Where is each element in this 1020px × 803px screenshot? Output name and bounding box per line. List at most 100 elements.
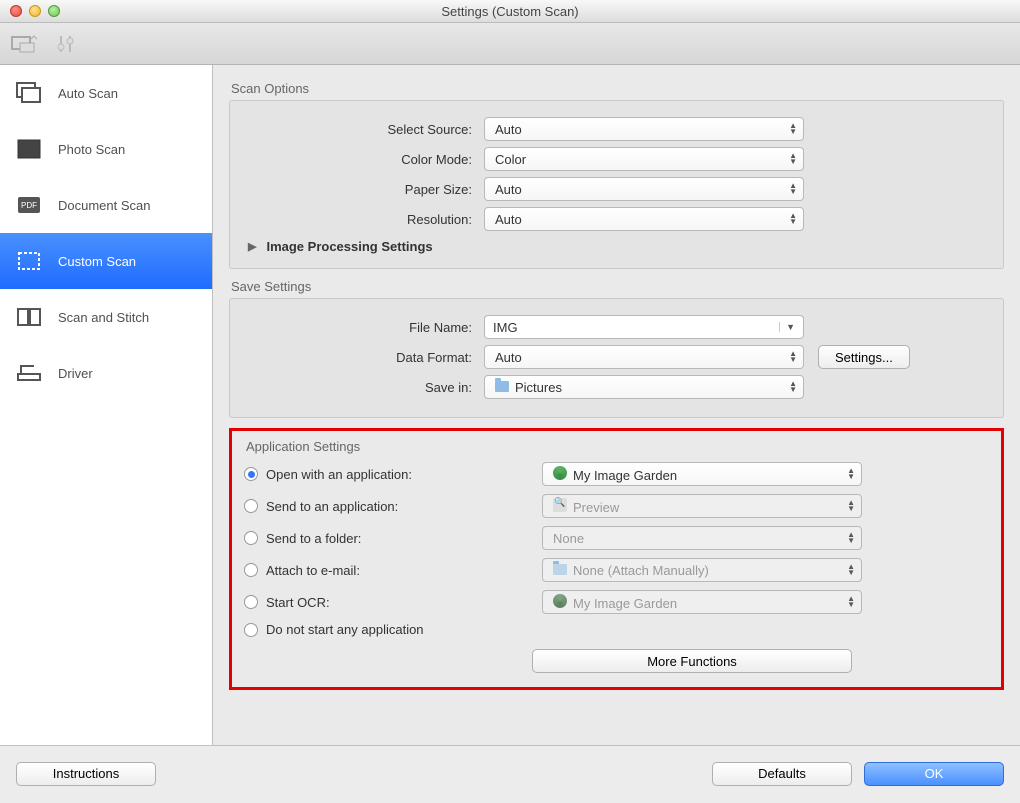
paper-size-dropdown[interactable]: Auto ▲▼ <box>484 177 804 201</box>
chevron-updown-icon: ▲▼ <box>789 123 797 135</box>
sidebar-item-label: Document Scan <box>58 198 151 213</box>
attach-email-radio[interactable] <box>244 563 258 577</box>
send-to-folder-dropdown[interactable]: None ▲▼ <box>542 526 862 550</box>
data-format-label: Data Format: <box>244 350 484 365</box>
save-in-value: Pictures <box>515 380 562 395</box>
footer: Instructions Defaults OK <box>0 745 1020 801</box>
save-in-dropdown[interactable]: Pictures ▲▼ <box>484 375 804 399</box>
color-mode-value: Color <box>495 152 526 167</box>
open-with-dropdown[interactable]: My Image Garden ▲▼ <box>542 462 862 486</box>
scan-options-title: Scan Options <box>231 81 1004 96</box>
send-to-app-radio[interactable] <box>244 499 258 513</box>
custom-scan-icon <box>14 249 44 273</box>
send-to-folder-radio[interactable] <box>244 531 258 545</box>
chevron-updown-icon: ▲▼ <box>847 596 855 608</box>
send-to-app-dropdown[interactable]: Preview ▲▼ <box>542 494 862 518</box>
image-processing-disclosure[interactable]: ▶ Image Processing Settings <box>244 239 989 254</box>
ok-button[interactable]: OK <box>864 762 1004 786</box>
sidebar-item-auto-scan[interactable]: Auto Scan <box>0 65 212 121</box>
sidebar-item-document-scan[interactable]: PDF Document Scan <box>0 177 212 233</box>
attach-email-value: None (Attach Manually) <box>573 563 709 578</box>
application-settings-highlight: Application Settings Open with an applic… <box>229 428 1004 690</box>
start-ocr-label: Start OCR: <box>266 595 486 610</box>
zoom-icon[interactable] <box>48 5 60 17</box>
sidebar-item-label: Auto Scan <box>58 86 118 101</box>
chevron-updown-icon: ▲▼ <box>847 564 855 576</box>
paper-size-label: Paper Size: <box>244 182 484 197</box>
close-icon[interactable] <box>10 5 22 17</box>
resolution-dropdown[interactable]: Auto ▲▼ <box>484 207 804 231</box>
sidebar: Auto Scan Photo Scan PDF Document Scan C… <box>0 65 213 745</box>
minimize-icon[interactable] <box>29 5 41 17</box>
window-controls <box>10 5 60 17</box>
scan-from-computer-icon[interactable] <box>10 32 38 56</box>
application-settings-title: Application Settings <box>246 439 989 454</box>
scan-stitch-icon <box>14 305 44 329</box>
main-panel: Scan Options Select Source: Auto ▲▼ Colo… <box>213 65 1020 745</box>
data-format-value: Auto <box>495 350 522 365</box>
select-source-value: Auto <box>495 122 522 137</box>
open-with-radio[interactable] <box>244 467 258 481</box>
send-to-folder-label: Send to a folder: <box>266 531 486 546</box>
color-mode-label: Color Mode: <box>244 152 484 167</box>
sidebar-item-label: Photo Scan <box>58 142 125 157</box>
chevron-updown-icon: ▲▼ <box>789 183 797 195</box>
chevron-down-icon: ▼ <box>779 322 795 332</box>
open-with-label: Open with an application: <box>266 467 486 482</box>
start-ocr-radio[interactable] <box>244 595 258 609</box>
open-with-value: My Image Garden <box>573 468 677 483</box>
adjust-icon[interactable] <box>52 32 80 56</box>
do-not-start-radio[interactable] <box>244 623 258 637</box>
chevron-updown-icon: ▲▼ <box>789 153 797 165</box>
start-ocr-value: My Image Garden <box>573 596 677 611</box>
sidebar-item-driver[interactable]: Driver <box>0 345 212 401</box>
svg-text:PDF: PDF <box>21 201 37 210</box>
attach-email-label: Attach to e-mail: <box>266 563 486 578</box>
select-source-dropdown[interactable]: Auto ▲▼ <box>484 117 804 141</box>
save-settings-box: File Name: IMG ▼ Data Format: Auto ▲▼ Se… <box>229 298 1004 418</box>
sidebar-item-label: Scan and Stitch <box>58 310 149 325</box>
start-ocr-dropdown[interactable]: My Image Garden ▲▼ <box>542 590 862 614</box>
send-to-app-value: Preview <box>573 500 619 515</box>
sidebar-item-label: Driver <box>58 366 93 381</box>
defaults-button[interactable]: Defaults <box>712 762 852 786</box>
window-title: Settings (Custom Scan) <box>0 4 1020 19</box>
image-garden-icon <box>553 466 567 480</box>
document-scan-icon: PDF <box>14 193 44 217</box>
select-source-label: Select Source: <box>244 122 484 137</box>
chevron-updown-icon: ▲▼ <box>789 351 797 363</box>
file-name-input[interactable]: IMG ▼ <box>484 315 804 339</box>
data-format-settings-button[interactable]: Settings... <box>818 345 910 369</box>
toolbar <box>0 23 1020 65</box>
save-settings-title: Save Settings <box>231 279 1004 294</box>
photo-scan-icon <box>14 137 44 161</box>
folder-icon <box>553 564 567 575</box>
more-functions-button[interactable]: More Functions <box>532 649 852 673</box>
send-to-app-label: Send to an application: <box>266 499 486 514</box>
chevron-updown-icon: ▲▼ <box>789 213 797 225</box>
disclosure-triangle-icon: ▶ <box>248 240 256 253</box>
data-format-dropdown[interactable]: Auto ▲▼ <box>484 345 804 369</box>
color-mode-dropdown[interactable]: Color ▲▼ <box>484 147 804 171</box>
folder-icon <box>495 381 509 392</box>
save-in-label: Save in: <box>244 380 484 395</box>
resolution-label: Resolution: <box>244 212 484 227</box>
paper-size-value: Auto <box>495 182 522 197</box>
attach-email-dropdown[interactable]: None (Attach Manually) ▲▼ <box>542 558 862 582</box>
driver-icon <box>14 361 44 385</box>
sidebar-item-label: Custom Scan <box>58 254 136 269</box>
image-processing-label: Image Processing Settings <box>266 239 432 254</box>
chevron-updown-icon: ▲▼ <box>847 500 855 512</box>
file-name-label: File Name: <box>244 320 484 335</box>
file-name-value: IMG <box>493 320 518 335</box>
sidebar-item-scan-and-stitch[interactable]: Scan and Stitch <box>0 289 212 345</box>
titlebar: Settings (Custom Scan) <box>0 0 1020 23</box>
scan-options-box: Select Source: Auto ▲▼ Color Mode: Color… <box>229 100 1004 269</box>
sidebar-item-custom-scan[interactable]: Custom Scan <box>0 233 212 289</box>
sidebar-item-photo-scan[interactable]: Photo Scan <box>0 121 212 177</box>
send-to-folder-value: None <box>553 531 584 546</box>
chevron-updown-icon: ▲▼ <box>789 381 797 393</box>
do-not-start-label: Do not start any application <box>266 622 486 637</box>
chevron-updown-icon: ▲▼ <box>847 532 855 544</box>
instructions-button[interactable]: Instructions <box>16 762 156 786</box>
